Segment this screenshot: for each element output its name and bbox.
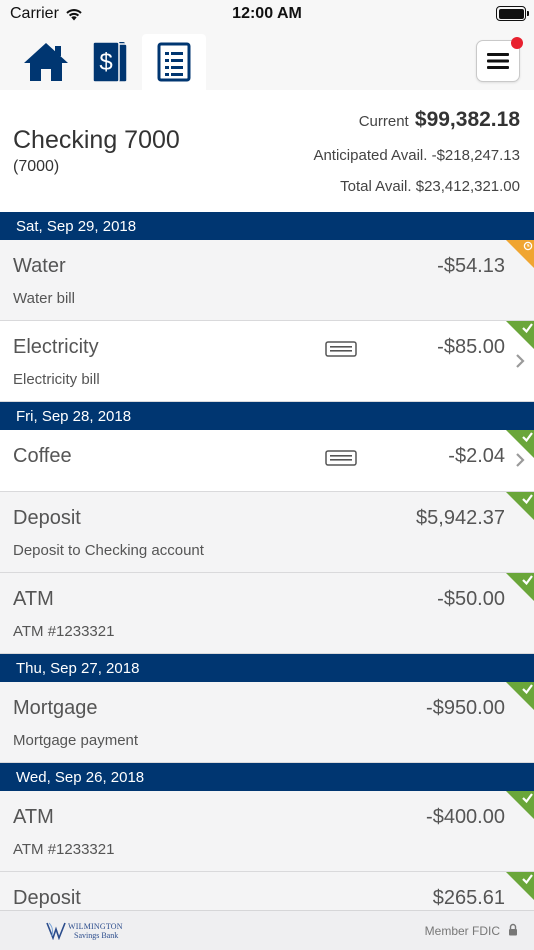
- transaction-amount: -$400.00: [426, 806, 505, 828]
- transaction-name: Deposit: [13, 507, 81, 529]
- transaction-amount: -$50.00: [437, 588, 505, 610]
- checkmark-icon: [522, 575, 533, 586]
- transaction-amount: $5,942.37: [416, 507, 505, 529]
- transaction-amount: -$85.00: [437, 336, 505, 358]
- date-header: Thu, Sep 27, 2018: [0, 654, 534, 682]
- logo-line1: WILMINGTON: [68, 922, 123, 931]
- anticipated-balance: Anticipated Avail. -$218,247.13: [313, 147, 520, 164]
- transaction-memo: Mortgage payment: [13, 732, 139, 749]
- card-icon: [325, 450, 357, 466]
- status-bar: Carrier 12:00 AM: [0, 0, 534, 30]
- current-balance-amount: $99,382.18: [414, 108, 520, 131]
- transaction-name: Deposit: [13, 887, 81, 909]
- total-balance: Total Avail. $23,412,321.00: [340, 178, 520, 195]
- account-name: Checking 7000: [13, 126, 180, 154]
- transaction-name: Water: [13, 255, 66, 277]
- checkmark-icon: [522, 323, 533, 334]
- transaction-amount: -$950.00: [426, 697, 505, 719]
- card-icon: [325, 341, 357, 357]
- checkmark-icon: [522, 793, 533, 804]
- transaction-row[interactable]: ATM ATM #1233321 -$50.00: [0, 573, 534, 654]
- transaction-amount: $265.61: [432, 887, 505, 909]
- transaction-row[interactable]: Electricity Electricity bill -$85.00: [0, 321, 534, 402]
- battery-icon: [496, 6, 529, 21]
- chevron-right-icon: [516, 354, 525, 368]
- logo-line2: Savings Bank: [74, 931, 119, 940]
- clock-icon: [523, 241, 533, 251]
- transaction-row[interactable]: Deposit Deposit to Checking account $5,9…: [0, 492, 534, 573]
- transaction-memo: ATM #1233321: [13, 841, 115, 858]
- tab-transfers[interactable]: $: [78, 34, 142, 90]
- account-number: (7000): [13, 158, 60, 175]
- svg-text:$: $: [99, 49, 112, 76]
- transaction-name: Electricity: [13, 336, 99, 358]
- fdic-notice: Member FDIC: [424, 924, 500, 938]
- current-balance: Current $99,382.18: [359, 108, 520, 132]
- transaction-memo: ATM #1233321: [13, 623, 115, 640]
- transaction-row[interactable]: ATM ATM #1233321 -$400.00: [0, 791, 534, 872]
- current-balance-label: Current: [358, 113, 409, 130]
- transaction-memo: Electricity bill: [13, 371, 100, 388]
- menu-button[interactable]: [476, 37, 523, 82]
- transaction-name: Coffee: [13, 445, 72, 467]
- transaction-row[interactable]: Deposit $265.61: [0, 872, 534, 910]
- transaction-amount: -$2.04: [448, 445, 505, 467]
- checkmark-icon: [522, 874, 533, 885]
- transaction-list[interactable]: Sat, Sep 29, 2018 Water Water bill -$54.…: [0, 212, 534, 910]
- footer: WILMINGTON Savings Bank Member FDIC: [0, 910, 534, 950]
- notification-badge: [511, 37, 523, 49]
- transaction-name: ATM: [13, 806, 54, 828]
- tab-transactions[interactable]: [142, 34, 206, 90]
- transaction-memo: Deposit to Checking account: [13, 542, 204, 559]
- checkmark-icon: [522, 494, 533, 505]
- date-header: Sat, Sep 29, 2018: [0, 212, 534, 240]
- clock: 12:00 AM: [232, 5, 302, 22]
- transaction-amount: -$54.13: [437, 255, 505, 277]
- checkmark-icon: [522, 684, 533, 695]
- date-header: Wed, Sep 26, 2018: [0, 763, 534, 791]
- transaction-memo: Water bill: [13, 290, 75, 307]
- account-summary: Checking 7000 (7000) Current $99,382.18 …: [0, 90, 534, 212]
- transaction-row[interactable]: Mortgage Mortgage payment -$950.00: [0, 682, 534, 763]
- transaction-name: ATM: [13, 588, 54, 610]
- bank-logo: WILMINGTON Savings Bank: [46, 920, 123, 940]
- top-navigation: $: [0, 30, 534, 90]
- transaction-name: Mortgage: [13, 697, 98, 719]
- hamburger-menu-icon: [487, 53, 509, 69]
- document-list-icon: [157, 42, 191, 82]
- tab-home[interactable]: [14, 34, 78, 90]
- transaction-row[interactable]: Coffee -$2.04: [0, 430, 534, 492]
- bank-logo-icon: [46, 922, 66, 940]
- dollar-cards-icon: $: [92, 41, 128, 83]
- lock-icon: [509, 923, 517, 936]
- checkmark-icon: [522, 432, 533, 443]
- date-header: Fri, Sep 28, 2018: [0, 402, 534, 430]
- home-icon: [24, 43, 68, 81]
- transaction-row[interactable]: Water Water bill -$54.13: [0, 240, 534, 321]
